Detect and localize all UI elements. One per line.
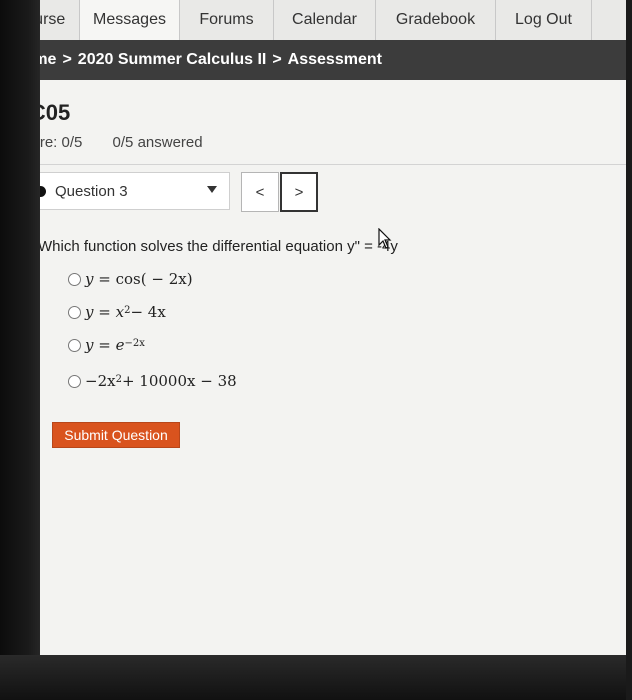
score-line: Score: 0/5 0/5 answered — [14, 134, 203, 151]
option-rest: − 4x — [130, 303, 166, 321]
option-eq: = — [98, 270, 111, 288]
radio-button[interactable] — [68, 374, 81, 388]
nav-forums[interactable]: Forums — [180, 0, 274, 40]
radio-button[interactable] — [68, 272, 81, 286]
browser-screen: Course Messages Forums Calendar Gradeboo… — [0, 0, 632, 700]
option-exponent: 2 — [115, 373, 122, 385]
question-select[interactable]: Question 3 — [20, 172, 230, 210]
monitor-bezel-left — [0, 0, 40, 700]
radio-button[interactable] — [68, 338, 81, 352]
option-eq: = — [98, 336, 111, 354]
breadcrumb: Home > 2020 Summer Calculus II > Assessm… — [0, 40, 626, 80]
option-base: e — [115, 336, 125, 354]
option-body: cos( − 2x) — [115, 270, 193, 288]
divider — [14, 164, 626, 165]
nav-log-out[interactable]: Log Out — [496, 0, 592, 40]
breadcrumb-separator: > — [62, 51, 72, 68]
option-eq: = — [98, 303, 111, 321]
answer-option-3[interactable]: y = e −2x — [68, 336, 145, 354]
option-lhs: y — [85, 303, 94, 321]
answer-option-2[interactable]: y = x2 − 4x — [68, 303, 166, 321]
question-select-value: Question 3 — [55, 182, 128, 200]
answer-option-1[interactable]: y = cos( − 2x) — [68, 270, 193, 288]
answer-option-4[interactable]: −2x 2 + 10000x − 38 — [68, 372, 237, 390]
option-exponent: 2 — [124, 304, 131, 316]
top-nav: Course Messages Forums Calendar Gradeboo… — [0, 0, 626, 41]
option-pre: −2x — [85, 372, 116, 390]
breadcrumb-course[interactable]: 2020 Summer Calculus II — [78, 51, 267, 69]
radio-button[interactable] — [68, 305, 81, 319]
answered-count: 0/5 answered — [112, 134, 203, 151]
breadcrumb-separator: > — [272, 51, 282, 68]
option-rest: + 10000x − 38 — [121, 372, 237, 390]
monitor-bezel-right — [626, 0, 632, 700]
question-text: Which function solves the differential e… — [38, 238, 398, 255]
option-base: x — [115, 303, 125, 321]
submit-question-button[interactable]: Submit Question — [52, 422, 180, 448]
breadcrumb-current: Assessment — [287, 51, 382, 68]
option-exponent: −2x — [124, 337, 145, 349]
option-lhs: y — [85, 336, 94, 354]
caret-down-icon — [207, 186, 217, 193]
previous-question-button[interactable]: < — [241, 172, 279, 212]
nav-gradebook[interactable]: Gradebook — [376, 0, 496, 40]
mouse-cursor-icon — [378, 227, 392, 255]
next-question-button[interactable]: > — [280, 172, 318, 212]
nav-calendar[interactable]: Calendar — [274, 0, 376, 40]
nav-messages[interactable]: Messages — [80, 0, 180, 40]
monitor-bezel-bottom — [0, 655, 632, 700]
option-lhs: y — [85, 270, 94, 288]
